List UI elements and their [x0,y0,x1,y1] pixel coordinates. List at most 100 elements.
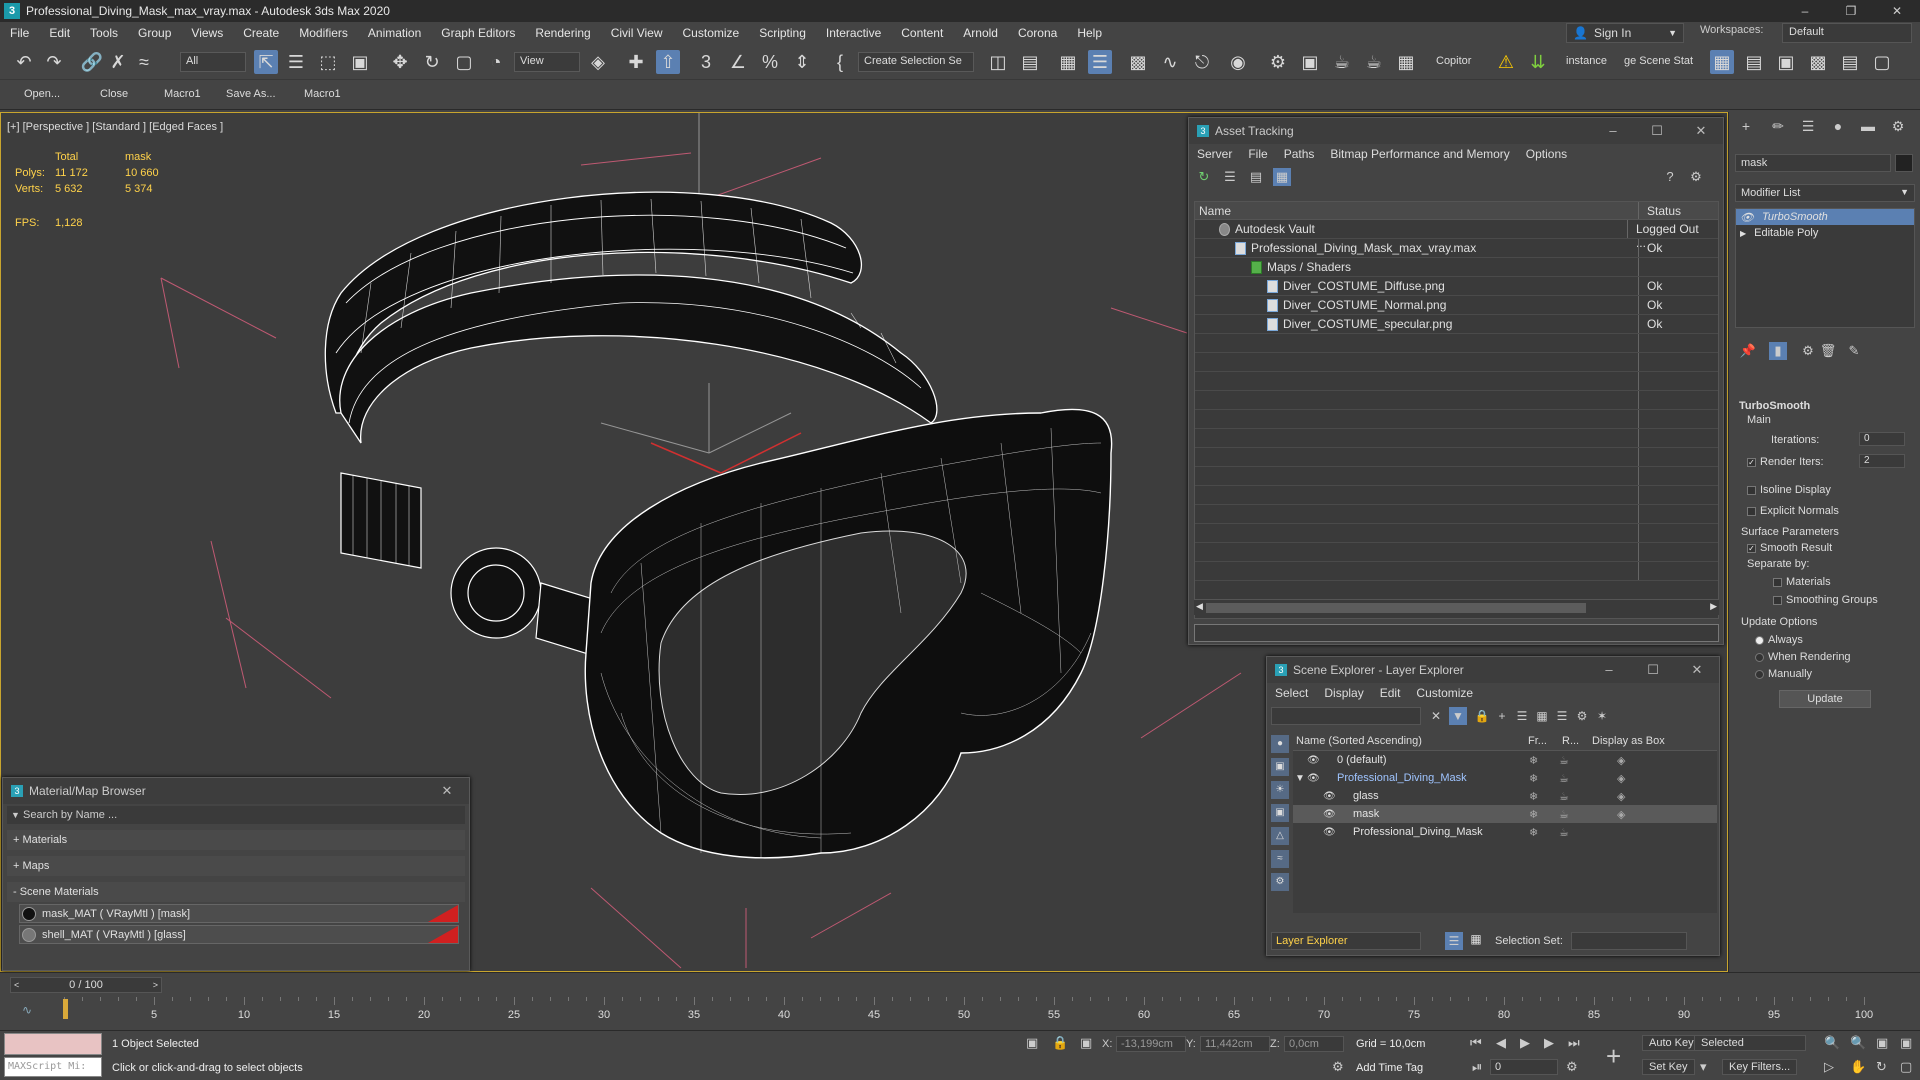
percent-snap-icon[interactable]: % [758,50,782,74]
add-time-tag-button[interactable]: Add Time Tag [1356,1062,1423,1074]
freeze-icon[interactable]: ❄ [1529,808,1538,821]
always-radio[interactable] [1755,635,1764,645]
menu-customize[interactable]: Customize [673,26,750,40]
scene-explorer-titlebar[interactable]: 3 Scene Explorer - Layer Explorer – ☐ ✕ [1267,657,1719,683]
make-unique-icon[interactable]: ⚙ [1799,342,1817,360]
curve-editor-icon[interactable]: ∿ [1158,50,1182,74]
time-slider[interactable]: < 0 / 100 > [10,977,162,993]
show-end-result-icon[interactable]: ▮ [1769,342,1787,360]
copitor-label[interactable]: Copitor [1436,55,1471,67]
close-button[interactable]: ✕ [1874,0,1920,22]
selection-lock-icon[interactable]: 🔒 [1052,1035,1068,1051]
unlink-icon[interactable]: ✗ [106,50,130,74]
utilities-tab-icon[interactable]: ⚙ [1889,118,1907,134]
freeze-icon[interactable]: ❄ [1529,754,1538,767]
rectangular-selection-icon[interactable]: ⬚ [316,50,340,74]
menu-views[interactable]: Views [181,26,233,40]
update-button[interactable]: Update [1779,690,1871,708]
asset-horizontal-scrollbar[interactable]: ◀ ▶ [1194,599,1719,615]
list-item[interactable]: ▼ 👁 Professional_Diving_Mask ❄ ☕ ◈ [1293,769,1717,787]
curve-editor-mini-icon[interactable]: ∿ [22,1003,32,1017]
bind-space-warp-icon[interactable]: ≈ [132,50,156,74]
placement-icon[interactable]: ◔ [484,50,508,74]
turbosmooth-title[interactable]: TurboSmooth [1739,400,1810,412]
link-icon[interactable]: 🔗 [80,50,104,74]
zoom-icon[interactable]: 🔍 [1824,1035,1840,1051]
chevron-double-down-icon[interactable]: ⇊ [1526,50,1550,74]
list-view-icon[interactable]: ☰ [1221,168,1239,186]
eye-icon[interactable]: 👁 [1323,827,1336,838]
render-layout-icon[interactable]: ▤ [1742,50,1766,74]
time-slider-position[interactable] [63,999,68,1019]
orbit-icon[interactable]: ↻ [1876,1059,1887,1075]
explicit-normals-row[interactable]: Explicit Normals [1747,505,1839,517]
layer-tree-icon[interactable]: ▦ [1533,707,1551,725]
key-mode-dropdown[interactable]: Selected [1694,1035,1806,1051]
field-of-view-icon[interactable]: ▷ [1824,1059,1834,1075]
menu-interactive[interactable]: Interactive [816,26,891,40]
menu-edit[interactable]: Edit [39,26,80,40]
sign-in-dropdown[interactable]: 👤 Sign In ▼ [1566,23,1684,43]
asset-layout-icon[interactable]: ▣ [1774,50,1798,74]
keyboard-shortcut-override-icon[interactable]: ⇧ [656,50,680,74]
maximize-button[interactable]: ☐ [1631,657,1675,683]
smooth-result-row[interactable]: ✓ Smooth Result [1747,542,1832,554]
asset-menu-bitmap[interactable]: Bitmap Performance and Memory [1322,147,1517,161]
close-button[interactable]: ✕ [1675,657,1719,683]
selection-set-dropdown[interactable] [1571,932,1687,950]
modify-tab-icon[interactable]: ✏ [1769,118,1787,134]
maximize-viewport-icon[interactable]: ▢ [1900,1059,1912,1075]
remove-modifier-icon[interactable]: 🗑 [1819,342,1837,360]
explicit-normals-checkbox[interactable] [1747,506,1756,516]
maps-section[interactable]: + Maps [7,856,465,876]
grid-view-icon[interactable]: ▦ [1273,168,1291,186]
menu-content[interactable]: Content [891,26,953,40]
isoline-row[interactable]: Isoline Display [1747,484,1831,496]
expand-icon[interactable]: ▼ [1295,773,1305,784]
freeze-icon[interactable]: ❄ [1529,790,1538,803]
key-filters-button[interactable]: Key Filters... [1722,1059,1798,1075]
table-row[interactable]: Maps / Shaders [1195,258,1718,277]
current-frame-field[interactable]: 0 [1490,1059,1558,1075]
mirror-icon[interactable]: ◫ [986,50,1010,74]
selection-filter-dropdown[interactable]: All [180,52,246,72]
x-coordinate-field[interactable]: -13,199cm [1116,1036,1186,1052]
display-lights-icon[interactable]: ☀ [1271,781,1289,799]
menu-file[interactable]: File [0,26,39,40]
material-browser-window[interactable]: 3 Material/Map Browser ✕ ▼ Search by Nam… [2,777,470,971]
angle-snap-icon[interactable]: ∠ [726,50,750,74]
menu-scripting[interactable]: Scripting [749,26,816,40]
layers-toggle-icon[interactable]: ☰ [1445,932,1463,950]
toggle-layer-explorer-icon[interactable]: ☰ [1088,50,1112,74]
expand-icon[interactable]: ▶ [1740,229,1746,238]
hierarchy-tab-icon[interactable]: ☰ [1799,118,1817,134]
motion-tab-icon[interactable]: ● [1829,118,1847,134]
materials-section[interactable]: + Materials [7,830,465,850]
scene-menu-customize[interactable]: Customize [1408,686,1481,700]
eye-icon[interactable]: 👁 [1307,773,1320,784]
menu-modifiers[interactable]: Modifiers [289,26,358,40]
vault-icon[interactable]: ⚙ [1687,168,1705,186]
asset-tracking-window[interactable]: 3 Asset Tracking – ☐ ✕ Server File Paths… [1188,117,1724,645]
list-item[interactable]: 👁 Professional_Diving_Mask ❄ ☕ [1293,823,1717,841]
display-spacewarps-icon[interactable]: ≈ [1271,850,1289,868]
add-to-layer-icon[interactable]: ☰ [1513,707,1531,725]
named-selection-sets-dropdown[interactable]: Create Selection Se [858,52,974,72]
filter-icon[interactable]: ▼ [1449,707,1467,725]
instance-label[interactable]: instance [1566,55,1607,67]
snaps-toggle-icon[interactable]: 3 [694,50,718,74]
box-icon[interactable]: ◈ [1617,772,1625,785]
pin-stack-icon[interactable]: 📌 [1739,342,1757,360]
asset-menu-options[interactable]: Options [1518,147,1575,161]
list-item[interactable]: shell_MAT ( VRayMtl ) [glass] [19,925,459,944]
workspaces-dropdown[interactable]: Default [1782,23,1912,43]
menu-civil-view[interactable]: Civil View [601,26,673,40]
list-item[interactable]: mask_MAT ( VRayMtl ) [mask] [19,904,459,923]
previous-frame-icon[interactable]: ◀ [1496,1035,1506,1051]
scrollbar-thumb[interactable] [1206,603,1586,613]
reference-coordinate-dropdown[interactable]: View [514,52,580,72]
asset-menu-paths[interactable]: Paths [1276,147,1323,161]
pivot-center-icon[interactable]: ◈ [586,50,610,74]
render-iterative-icon[interactable]: ☕ [1362,50,1386,74]
move-icon[interactable]: ✥ [388,50,412,74]
